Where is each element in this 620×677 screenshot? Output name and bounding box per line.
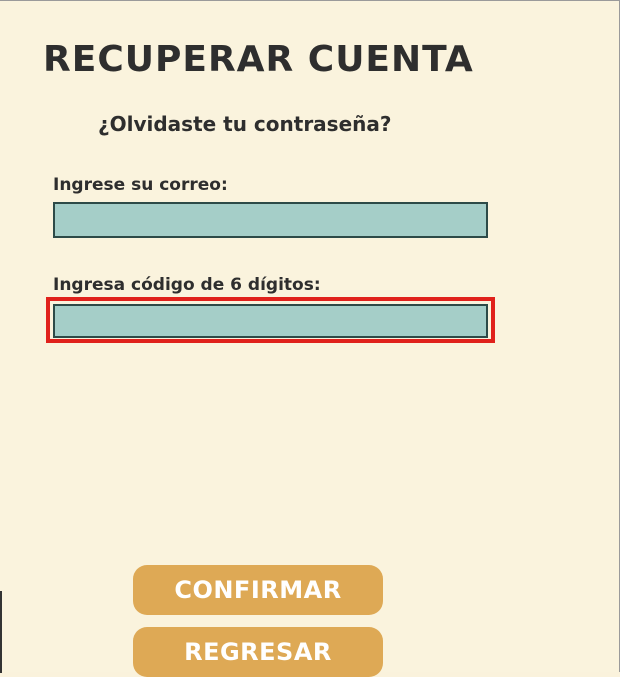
email-label: Ingrese su correo:: [53, 175, 228, 195]
verification-code-field[interactable]: [53, 304, 488, 338]
code-label: Ingresa código de 6 dígitos:: [53, 275, 321, 295]
code-field-highlight: [46, 297, 495, 343]
page-subtitle: ¿Olvidaste tu contraseña?: [98, 112, 392, 136]
back-button[interactable]: REGRESAR: [133, 627, 383, 677]
page-title: RECUPERAR CUENTA: [43, 39, 474, 80]
window-edge: [0, 591, 2, 673]
recover-account-panel: RECUPERAR CUENTA ¿Olvidaste tu contraseñ…: [0, 0, 620, 677]
email-field[interactable]: [53, 202, 488, 238]
confirm-button[interactable]: CONFIRMAR: [133, 565, 383, 615]
